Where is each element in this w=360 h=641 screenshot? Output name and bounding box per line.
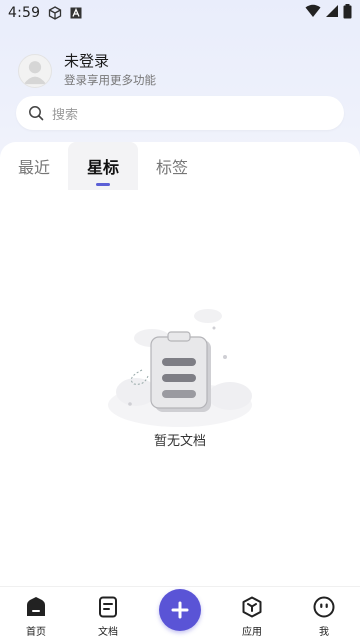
a-icon xyxy=(70,7,82,19)
login-status[interactable]: 未登录 xyxy=(64,52,156,70)
nav-home[interactable]: 首页 xyxy=(6,587,66,641)
login-hint: 登录享用更多功能 xyxy=(64,73,156,87)
tab-starred[interactable]: 星标 xyxy=(68,142,138,190)
search-icon xyxy=(28,105,44,121)
signal-icon xyxy=(325,4,339,22)
nav-documents[interactable]: 文档 xyxy=(78,587,138,641)
tab-tags[interactable]: 标签 xyxy=(138,142,206,190)
nav-apps[interactable]: 应用 xyxy=(222,587,282,641)
nav-home-label: 首页 xyxy=(26,627,46,638)
wifi-icon xyxy=(305,4,321,22)
tab-recent[interactable]: 最近 xyxy=(0,142,68,190)
tab-bar: 最近 星标 标签 xyxy=(0,142,360,190)
create-button[interactable] xyxy=(159,589,201,631)
tab-active-indicator xyxy=(96,183,110,186)
nav-me[interactable]: 我 xyxy=(294,587,354,641)
nav-documents-label: 文档 xyxy=(98,627,118,638)
battery-icon xyxy=(343,3,352,23)
apps-cube-icon xyxy=(241,595,263,619)
profile-section[interactable]: 未登录 登录享用更多功能 xyxy=(18,52,156,89)
smiley-icon xyxy=(313,595,335,619)
nav-me-label: 我 xyxy=(319,627,329,638)
tab-tags-label: 标签 xyxy=(155,158,188,177)
avatar[interactable] xyxy=(18,53,52,88)
empty-state-text: 暂无文档 xyxy=(153,434,206,449)
home-icon xyxy=(25,595,47,619)
box-icon xyxy=(48,6,62,20)
document-icon xyxy=(98,595,118,619)
search-placeholder: 搜索 xyxy=(52,107,79,123)
tab-starred-label: 星标 xyxy=(86,158,119,177)
tab-recent-label: 最近 xyxy=(17,158,50,177)
nav-apps-label: 应用 xyxy=(242,627,262,638)
search-input[interactable]: 搜索 xyxy=(16,96,344,130)
status-time: 4:59 xyxy=(8,5,41,21)
status-bar: 4:59 xyxy=(0,0,360,26)
plus-icon xyxy=(171,601,189,619)
